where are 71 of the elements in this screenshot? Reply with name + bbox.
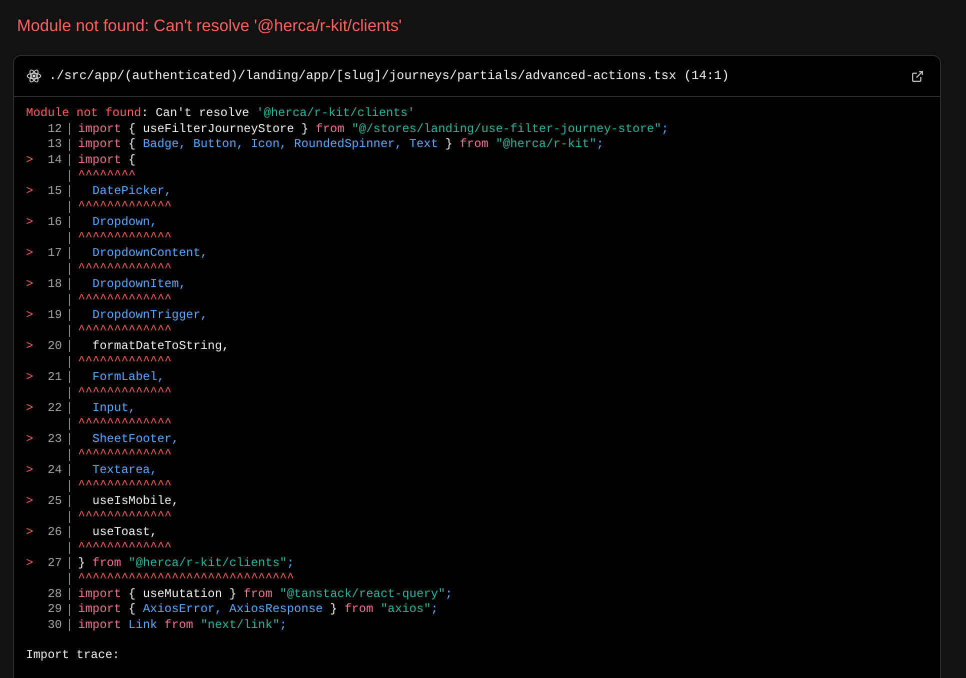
code-text: import { AxiosError, AxiosResponse } from "axios"; <box>78 602 438 618</box>
code-text: FormLabel, <box>91 370 164 385</box>
code-text: formatDateToString, <box>91 338 230 354</box>
line-marker: > <box>26 524 34 540</box>
line-number: 21 <box>46 370 62 385</box>
line-marker: > <box>26 338 34 354</box>
line-marker: > <box>26 432 34 447</box>
line-marker: > <box>26 152 34 168</box>
error-message: Module not found: Can't resolve '@herca/r-kit/clients' <box>26 106 415 122</box>
error-carets: ^^^^^^^^^^^^^ <box>78 540 172 556</box>
line-marker: > <box>26 370 34 385</box>
error-carets: ^^^^^^^^^^^^^ <box>78 416 172 432</box>
code-text: DatePicker, <box>91 184 172 199</box>
line-number: 19 <box>46 308 62 323</box>
error-carets: ^^^^^^^^^^^^^ <box>78 292 172 308</box>
line-number: 18 <box>46 276 62 292</box>
code-text: DropdownContent, <box>91 246 208 261</box>
error-carets: ^^^^^^^^^^^^^ <box>78 354 172 370</box>
line-number: 28 <box>46 586 62 602</box>
line-number: 16 <box>46 214 62 230</box>
code-text: useIsMobile, <box>91 494 179 509</box>
line-number: 24 <box>46 462 62 478</box>
code-text: Textarea, <box>91 462 158 478</box>
line-marker: > <box>26 494 34 509</box>
line-number: 23 <box>46 432 62 447</box>
import-trace-heading: Import trace: <box>26 648 121 664</box>
code-text: Dropdown, <box>91 214 158 230</box>
error-carets: ^^^^^^^^^^^^^ <box>78 478 172 494</box>
code-text: import { Badge, Button, Icon, RoundedSpinner, Text } from "@herca/r-kit"; <box>78 137 604 152</box>
line-marker: > <box>26 400 34 416</box>
error-carets: ^^^^^^^^^^^^^ <box>78 199 172 214</box>
error-carets: ^^^^^^^^^^^^^ <box>78 323 172 338</box>
code-text: useToast, <box>91 524 158 540</box>
error-carets: ^^^^^^^^^^^^^ <box>78 385 172 400</box>
code-text: DropdownItem, <box>91 276 186 292</box>
error-carets: ^^^^^^^^^^^^^ <box>78 230 172 246</box>
line-marker: > <box>26 462 34 478</box>
line-number: 30 <box>46 618 62 633</box>
line-marker: > <box>26 246 34 261</box>
error-carets: ^^^^^^^^^^^^^^^^^^^^^^^^^^^^^^ <box>78 571 294 586</box>
code-text: import { <box>78 152 136 168</box>
line-number: 29 <box>46 602 62 618</box>
line-marker: > <box>26 214 34 230</box>
code-text: import { useFilterJourneyStore } from "@/stores/landing/use-filter-journey-store"; <box>78 122 669 137</box>
react-atom-icon <box>26 68 42 84</box>
line-number: 26 <box>46 524 62 540</box>
line-marker: > <box>26 276 34 292</box>
code-text: Input, <box>91 400 136 416</box>
error-carets: ^^^^^^^^^^^^^ <box>78 509 172 524</box>
error-carets: ^^^^^^^^^^^^^ <box>78 447 172 462</box>
error-carets: ^^^^^^^^^^^^^ <box>78 261 172 276</box>
line-marker: > <box>26 556 34 571</box>
line-number: 27 <box>46 556 62 571</box>
code-text: import Link from "next/link"; <box>78 618 287 633</box>
line-number: 17 <box>46 246 62 261</box>
error-title: Module not found: Can't resolve '@herca/r-kit/clients' <box>17 16 403 37</box>
line-number: 13 <box>46 137 62 152</box>
line-number: 15 <box>46 184 62 199</box>
line-marker: > <box>26 308 34 323</box>
error-carets: ^^^^^^^^ <box>78 168 136 184</box>
code-text: } from "@herca/r-kit/clients"; <box>78 556 294 571</box>
code-text: import { useMutation } from "@tanstack/react-query"; <box>78 586 452 602</box>
code-text: DropdownTrigger, <box>91 308 208 323</box>
file-path: ./src/app/(authenticated)/landing/app/[slug]/journeys/partials/advanced-actions.tsx (14:1) <box>49 69 730 83</box>
line-number: 12 <box>46 122 62 137</box>
line-number: 25 <box>46 494 62 509</box>
line-marker: > <box>26 184 34 199</box>
code-text: SheetFooter, <box>91 432 179 447</box>
line-number: 14 <box>46 152 62 168</box>
line-number: 22 <box>46 400 62 416</box>
line-number: 20 <box>46 338 62 354</box>
